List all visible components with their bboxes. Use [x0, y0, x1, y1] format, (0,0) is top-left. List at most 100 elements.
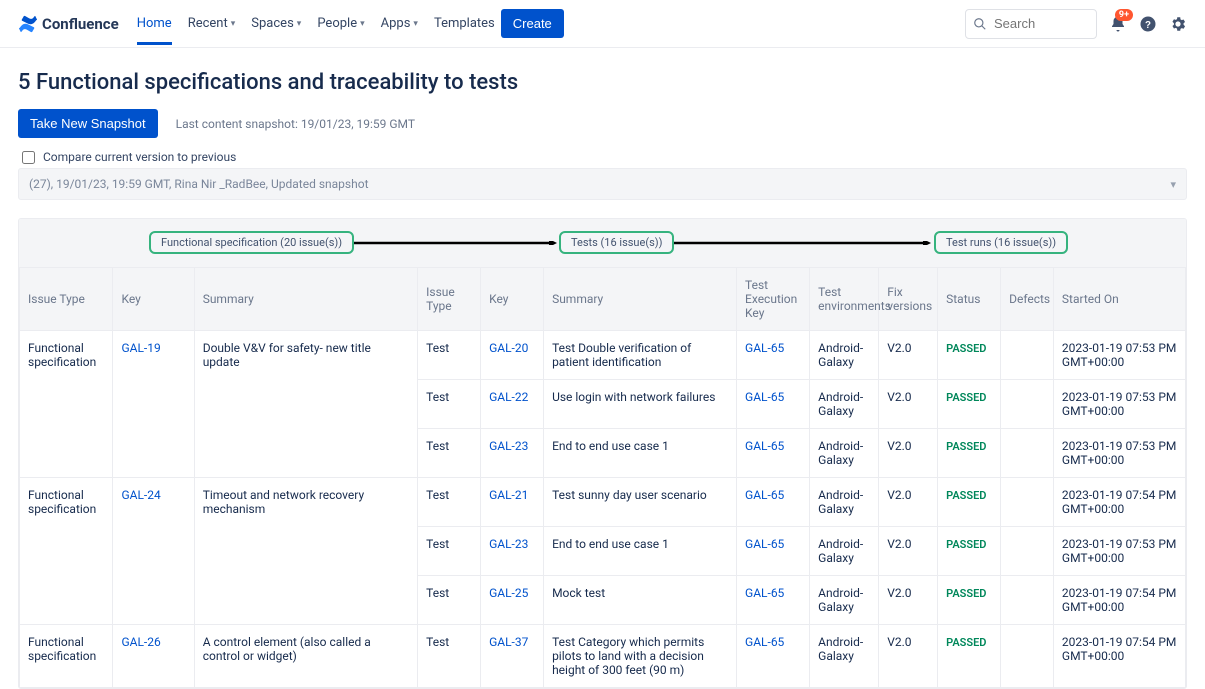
spec-key[interactable]: GAL-19: [113, 331, 194, 478]
status-cell: PASSED: [938, 429, 1001, 478]
test-key[interactable]: GAL-20: [481, 331, 544, 380]
test-key[interactable]: GAL-22: [481, 380, 544, 429]
settings-icon[interactable]: [1169, 15, 1187, 33]
test-key-link[interactable]: GAL-25: [489, 586, 528, 600]
test-key-link[interactable]: GAL-20: [489, 341, 528, 355]
status-cell: PASSED: [938, 576, 1001, 625]
nav-items: HomeRecent▾Spaces▾People▾Apps▾Templates: [137, 2, 495, 45]
th-summary2[interactable]: Summary: [544, 268, 737, 331]
test-exec-key[interactable]: GAL-65: [737, 625, 810, 688]
th-testexec[interactable]: Test Execution Key: [737, 268, 810, 331]
test-key-link[interactable]: GAL-21: [489, 488, 528, 502]
started-on: 2023-01-19 07:54 PM GMT+00:00: [1053, 576, 1185, 625]
notif-badge: 9+: [1115, 9, 1133, 21]
test-key[interactable]: GAL-37: [481, 625, 544, 688]
spec-key[interactable]: GAL-24: [113, 478, 194, 625]
test-summary: Test sunny day user scenario: [544, 478, 737, 527]
take-snapshot-button[interactable]: Take New Snapshot: [18, 109, 158, 138]
spec-issuetype: Functional specification: [20, 625, 113, 688]
compare-checkbox-row[interactable]: Compare current version to previous: [18, 150, 1187, 164]
th-testenv[interactable]: Test environments: [810, 268, 879, 331]
th-started[interactable]: Started On: [1053, 268, 1185, 331]
test-env: Android-Galaxy: [810, 478, 879, 527]
th-defects[interactable]: Defects: [1001, 268, 1054, 331]
nav-item-spaces[interactable]: Spaces▾: [251, 2, 301, 45]
create-button[interactable]: Create: [501, 9, 564, 38]
test-exec-key-link[interactable]: GAL-65: [745, 635, 784, 649]
test-exec-key[interactable]: GAL-65: [737, 429, 810, 478]
th-issuetype2[interactable]: Issue Type: [418, 268, 481, 331]
status-cell: PASSED: [938, 331, 1001, 380]
test-issuetype: Test: [418, 429, 481, 478]
nav-item-label: Recent: [188, 16, 228, 31]
test-env: Android-Galaxy: [810, 625, 879, 688]
fix-version: V2.0: [879, 331, 938, 380]
arrow-icon: [661, 241, 931, 245]
spec-key-link[interactable]: GAL-19: [121, 341, 160, 355]
test-exec-key[interactable]: GAL-65: [737, 380, 810, 429]
top-nav: Confluence HomeRecent▾Spaces▾People▾Apps…: [0, 0, 1205, 48]
th-summary[interactable]: Summary: [194, 268, 417, 331]
test-exec-key[interactable]: GAL-65: [737, 331, 810, 380]
test-issuetype: Test: [418, 380, 481, 429]
nav-item-recent[interactable]: Recent▾: [188, 2, 236, 45]
spec-key[interactable]: GAL-26: [113, 625, 194, 688]
test-key[interactable]: GAL-23: [481, 429, 544, 478]
brand[interactable]: Confluence: [18, 14, 119, 34]
test-exec-key-link[interactable]: GAL-65: [745, 341, 784, 355]
test-key[interactable]: GAL-23: [481, 527, 544, 576]
compare-checkbox[interactable]: [22, 151, 35, 164]
test-issuetype: Test: [418, 478, 481, 527]
test-exec-key-link[interactable]: GAL-65: [745, 488, 784, 502]
test-key-link[interactable]: GAL-22: [489, 390, 528, 404]
test-key[interactable]: GAL-21: [481, 478, 544, 527]
test-exec-key-link[interactable]: GAL-65: [745, 390, 784, 404]
started-on: 2023-01-19 07:53 PM GMT+00:00: [1053, 429, 1185, 478]
nav-item-people[interactable]: People▾: [317, 2, 364, 45]
test-exec-key-link[interactable]: GAL-65: [745, 586, 784, 600]
status-cell: PASSED: [938, 478, 1001, 527]
test-exec-key-link[interactable]: GAL-65: [745, 537, 784, 551]
version-select[interactable]: (27), 19/01/23, 19:59 GMT, Rina Nir _Rad…: [18, 168, 1187, 200]
nav-item-label: Home: [137, 16, 172, 31]
test-key[interactable]: GAL-25: [481, 576, 544, 625]
nav-item-label: Spaces: [251, 16, 294, 31]
table-row: Functional specificationGAL-26A control …: [20, 625, 1186, 688]
nav-item-templates[interactable]: Templates: [434, 2, 495, 45]
status-badge: PASSED: [946, 391, 986, 404]
help-icon[interactable]: ?: [1139, 15, 1157, 33]
nav-item-home[interactable]: Home: [137, 2, 172, 45]
test-key-link[interactable]: GAL-23: [489, 439, 528, 453]
table-row: Functional specificationGAL-19Double V&V…: [20, 331, 1186, 380]
th-fixver[interactable]: Fix versions: [879, 268, 938, 331]
test-summary: End to end use case 1: [544, 429, 737, 478]
test-exec-key[interactable]: GAL-65: [737, 576, 810, 625]
spec-issuetype: Functional specification: [20, 331, 113, 478]
arrow-icon: [329, 241, 557, 245]
page-content: 5 Functional specifications and traceabi…: [0, 48, 1205, 689]
nav-item-apps[interactable]: Apps▾: [381, 2, 418, 45]
test-exec-key-link[interactable]: GAL-65: [745, 439, 784, 453]
test-exec-key[interactable]: GAL-65: [737, 527, 810, 576]
test-key-link[interactable]: GAL-37: [489, 635, 528, 649]
th-key2[interactable]: Key: [481, 268, 544, 331]
test-env: Android-Galaxy: [810, 331, 879, 380]
th-key[interactable]: Key: [113, 268, 194, 331]
th-status[interactable]: Status: [938, 268, 1001, 331]
chevron-down-icon: ▾: [360, 19, 365, 29]
test-summary: End to end use case 1: [544, 527, 737, 576]
table-header-row: Issue Type Key Summary Issue Type Key Su…: [20, 268, 1186, 331]
spec-key-link[interactable]: GAL-24: [121, 488, 160, 502]
notifications-button[interactable]: 9+: [1109, 15, 1127, 33]
status-badge: PASSED: [946, 538, 986, 551]
status-badge: PASSED: [946, 440, 986, 453]
th-issuetype[interactable]: Issue Type: [20, 268, 113, 331]
test-exec-key[interactable]: GAL-65: [737, 478, 810, 527]
status-badge: PASSED: [946, 489, 986, 502]
test-summary: Test Double verification of patient iden…: [544, 331, 737, 380]
fix-version: V2.0: [879, 380, 938, 429]
defects: [1001, 331, 1054, 380]
test-key-link[interactable]: GAL-23: [489, 537, 528, 551]
status-cell: PASSED: [938, 380, 1001, 429]
spec-key-link[interactable]: GAL-26: [121, 635, 160, 649]
